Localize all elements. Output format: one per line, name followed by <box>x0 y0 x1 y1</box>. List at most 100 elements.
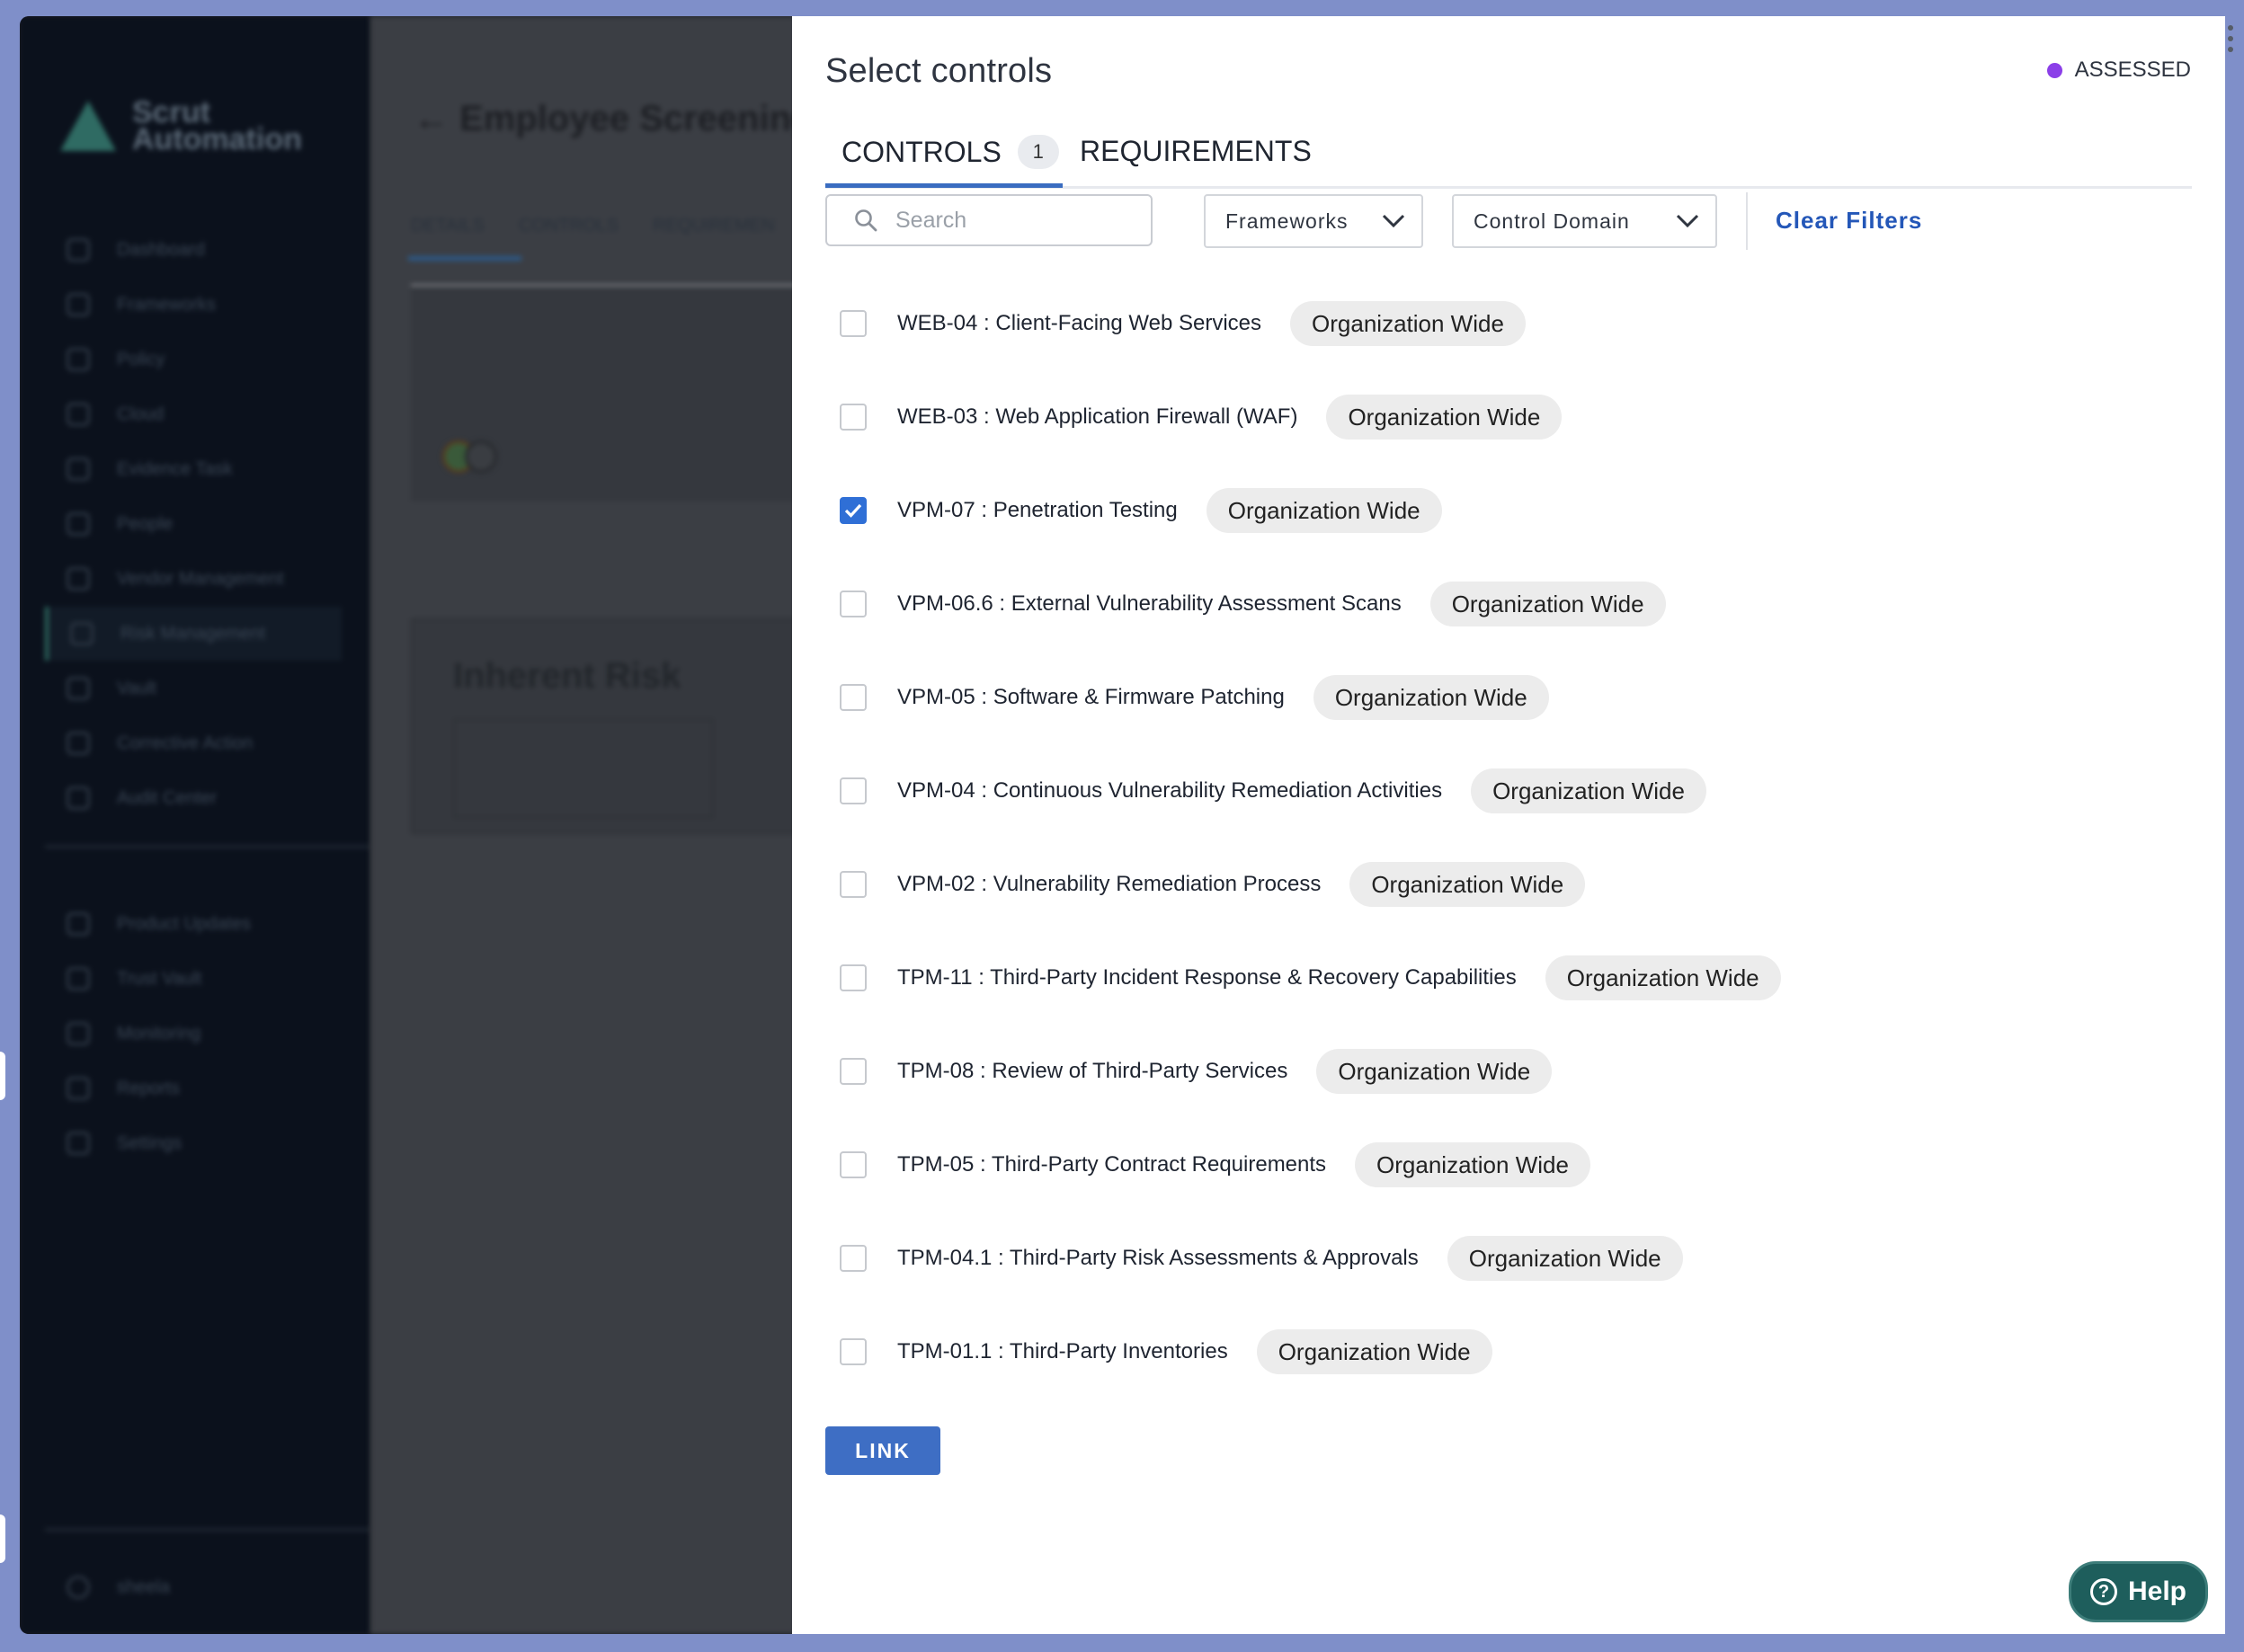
sidebar-item[interactable]: Dashboard <box>67 223 363 277</box>
tab-details[interactable]: DETAILS <box>411 216 485 285</box>
scope-chip: Organization Wide <box>1545 955 1781 1000</box>
help-button[interactable]: ? Help <box>2069 1561 2208 1622</box>
sidebar-item[interactable]: People <box>67 497 363 551</box>
control-checkbox[interactable] <box>840 871 867 898</box>
edge-handle <box>0 1514 5 1563</box>
clear-filters-link[interactable]: Clear Filters <box>1776 207 1922 235</box>
control-checkbox[interactable] <box>840 1151 867 1178</box>
sidebar-item-icon <box>67 786 90 810</box>
sidebar-item[interactable]: Product Updates <box>67 897 363 951</box>
sidebar-item[interactable]: Cloud <box>67 387 363 441</box>
sidebar-item[interactable]: Risk Management <box>45 607 342 661</box>
edge-handle <box>0 1052 5 1100</box>
search-input[interactable] <box>895 207 1138 234</box>
scope-chip: Organization Wide <box>1256 1329 1492 1374</box>
sidebar-item-label: Dashboard <box>117 239 205 260</box>
control-checkbox[interactable] <box>840 404 867 431</box>
control-row[interactable]: TPM-08 : Review of Third-Party Services O… <box>825 1025 2192 1118</box>
status-dot-icon <box>2046 62 2062 78</box>
sidebar-item[interactable]: Frameworks <box>67 278 363 332</box>
control-label: VPM-04 : Continuous Vulnerability Remedi… <box>897 778 1443 803</box>
tab-controls[interactable]: CONTROLS <box>519 216 619 285</box>
tab-controls-label: CONTROLS <box>842 135 1002 168</box>
more-options-icon[interactable] <box>2228 25 2235 58</box>
control-row[interactable]: TPM-11 : Third-Party Incident Response &… <box>825 931 2192 1025</box>
active-tab-underline <box>825 183 1063 188</box>
control-row[interactable]: VPM-07 : Penetration Testing Organization… <box>825 464 2192 557</box>
scope-chip: Organization Wide <box>1316 1049 1553 1094</box>
sidebar-item-label: Product Updates <box>117 913 251 934</box>
frameworks-dropdown[interactable]: Frameworks <box>1204 194 1423 248</box>
sidebar-item-label: Vendor Management <box>117 568 284 589</box>
search-icon <box>855 209 877 232</box>
control-row[interactable]: TPM-04.1 : Third-Party Risk Assessments … <box>825 1212 2192 1305</box>
control-checkbox[interactable] <box>840 964 867 991</box>
sidebar-item[interactable]: Settings <box>67 1116 363 1170</box>
control-domain-dropdown[interactable]: Control Domain <box>1452 194 1717 248</box>
control-row[interactable]: VPM-06.6 : External Vulnerability Assess… <box>825 557 2192 651</box>
sidebar-item[interactable]: Vault <box>67 662 363 715</box>
tab-controls[interactable]: CONTROLS 1 <box>842 135 1059 169</box>
sidebar-item-icon <box>67 1022 90 1045</box>
sidebar-item-label: Risk Management <box>120 623 266 644</box>
sidebar-item-icon <box>67 512 90 536</box>
control-checkbox[interactable] <box>840 310 867 337</box>
control-checkbox[interactable] <box>840 1338 867 1365</box>
panel-tabs: CONTROLS 1 REQUIREMENTS <box>825 117 2192 189</box>
sidebar-item-label: Trust Vault <box>117 968 202 989</box>
sidebar-item-label: Monitoring <box>117 1023 201 1044</box>
status-indicator: ASSESSED <box>2046 58 2191 83</box>
sidebar-item-icon <box>67 238 90 262</box>
sidebar-item[interactable]: Audit Center <box>67 771 363 825</box>
sidebar-item[interactable]: Corrective Action <box>67 716 363 770</box>
control-checkbox[interactable] <box>840 591 867 617</box>
control-row[interactable]: WEB-03 : Web Application Firewall (WAF) O… <box>825 370 2192 464</box>
inherent-risk-box <box>453 719 714 818</box>
sidebar-item-label: Frameworks <box>117 294 217 315</box>
link-button[interactable]: LINK <box>825 1426 940 1475</box>
tab-requirements[interactable]: REQUIREMEN <box>653 216 775 285</box>
sidebar-item-icon <box>67 1132 90 1155</box>
page-title: ← Employee Screening - t <box>414 99 858 138</box>
control-checkbox[interactable] <box>840 497 867 524</box>
control-checkbox[interactable] <box>840 1245 867 1272</box>
control-row[interactable]: VPM-04 : Continuous Vulnerability Remedi… <box>825 744 2192 838</box>
sidebar-item-icon <box>67 457 90 481</box>
scope-chip: Organization Wide <box>1447 1236 1683 1281</box>
control-label: TPM-01.1 : Third-Party Inventories <box>897 1339 1228 1363</box>
scope-chip: Organization Wide <box>1313 675 1549 720</box>
search-box[interactable] <box>825 194 1153 246</box>
control-checkbox[interactable] <box>840 1058 867 1085</box>
sidebar-item[interactable]: Vendor Management <box>67 552 363 606</box>
sidebar-item[interactable]: Reports <box>67 1061 363 1115</box>
select-controls-panel: Select controls ASSESSED CONTROLS 1 REQU… <box>792 16 2225 1634</box>
control-row[interactable]: TPM-01.1 : Third-Party Inventories Organi… <box>825 1305 2192 1399</box>
sidebar-item[interactable]: Monitoring <box>67 1007 363 1061</box>
sidebar: Scrut Automation Dashboard Frameworks Poli… <box>20 16 370 1634</box>
user-profile[interactable]: sheela <box>67 1560 363 1614</box>
sidebar-item-label: Vault <box>117 678 157 698</box>
scope-chip: Organization Wide <box>1290 301 1526 346</box>
chevron-down-icon <box>1382 214 1405 228</box>
control-row[interactable]: VPM-02 : Vulnerability Remediation Proce… <box>825 838 2192 931</box>
control-checkbox[interactable] <box>840 684 867 711</box>
control-row[interactable]: TPM-05 : Third-Party Contract Requiremen… <box>825 1118 2192 1212</box>
sidebar-item[interactable]: Policy <box>67 333 363 386</box>
checkmark-icon <box>844 503 862 518</box>
control-checkbox[interactable] <box>840 777 867 804</box>
scope-chip: Organization Wide <box>1471 768 1706 813</box>
controls-list: WEB-04 : Client-Facing Web Services Organ… <box>825 277 2192 1399</box>
sidebar-item[interactable]: Evidence Task <box>67 442 363 496</box>
control-row[interactable]: WEB-04 : Client-Facing Web Services Organ… <box>825 277 2192 370</box>
sidebar-item-label: Reports <box>117 1078 181 1098</box>
control-label: TPM-04.1 : Third-Party Risk Assessments … <box>897 1246 1419 1270</box>
control-label: VPM-05 : Software & Firmware Patching <box>897 685 1285 709</box>
sidebar-item[interactable]: Trust Vault <box>67 952 363 1006</box>
control-label: TPM-11 : Third-Party Incident Response &… <box>897 965 1517 990</box>
tab-requirements-label: REQUIREMENTS <box>1080 135 1312 167</box>
control-row[interactable]: VPM-05 : Software & Firmware Patching Org… <box>825 651 2192 744</box>
inherent-risk-card: Inherent Risk <box>411 618 815 834</box>
sidebar-divider <box>45 1528 370 1532</box>
filter-divider <box>1746 192 1748 250</box>
tab-requirements[interactable]: REQUIREMENTS <box>1080 135 1312 168</box>
